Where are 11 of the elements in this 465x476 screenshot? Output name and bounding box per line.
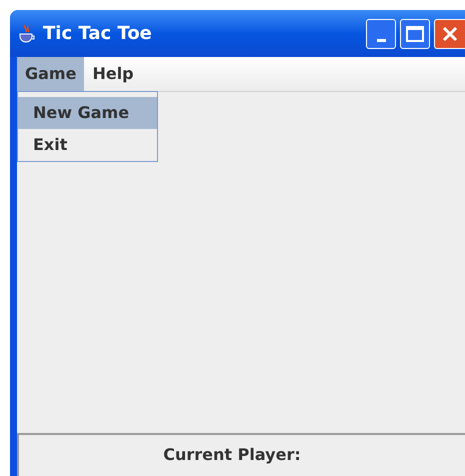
menu-option[interactable]: New Game (18, 97, 157, 129)
status-label: Current Player: (163, 444, 301, 466)
menu-option[interactable]: Exit (18, 129, 157, 161)
close-button[interactable] (434, 18, 465, 48)
window-title: Tic Tac Toe (43, 22, 152, 46)
menu-item[interactable]: Game (17, 57, 84, 91)
maximize-button[interactable] (400, 18, 430, 48)
x-icon (442, 26, 458, 42)
coffee-cup-icon (18, 24, 36, 44)
minimize-button[interactable] (366, 18, 396, 48)
menu-item[interactable]: Help (84, 57, 142, 91)
